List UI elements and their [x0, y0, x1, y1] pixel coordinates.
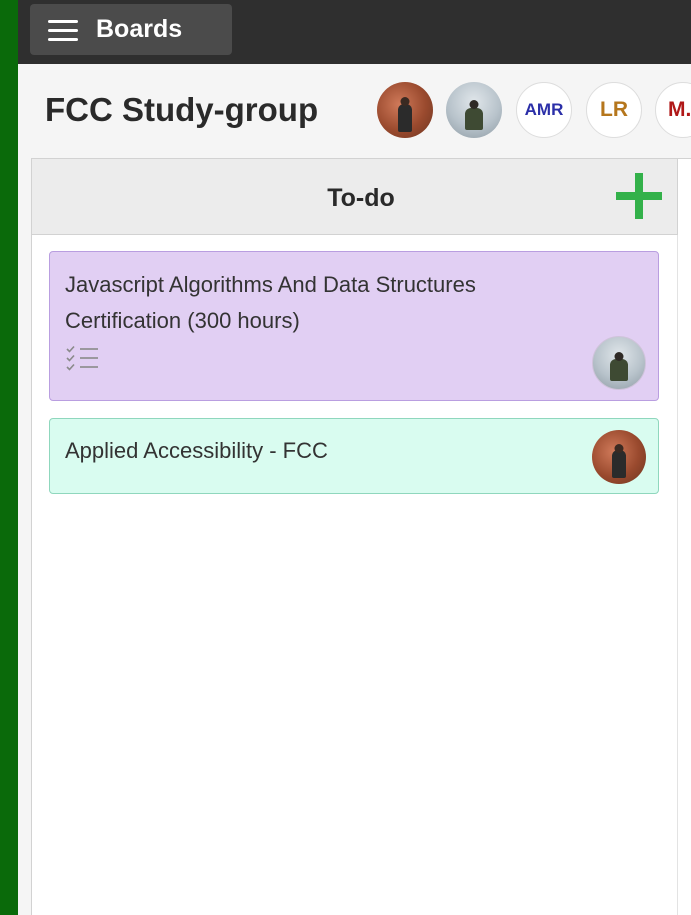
person-figure-icon: [612, 450, 626, 478]
board-title[interactable]: FCC Study-group: [45, 91, 318, 129]
card[interactable]: Javascript Algorithms And Data Structure…: [49, 251, 659, 401]
hamburger-menu-icon: [48, 19, 78, 41]
card[interactable]: Applied Accessibility - FCC: [49, 418, 659, 494]
member-avatar-initials[interactable]: LR: [586, 82, 642, 138]
board-header: FCC Study-group AMR LR M.: [18, 64, 691, 158]
add-card-button[interactable]: [616, 173, 662, 219]
person-figure-icon: [610, 359, 628, 381]
boards-label: Boards: [96, 15, 183, 43]
list-column-todo: To-do Javascript Algorithms And Data Str…: [31, 158, 691, 915]
top-bar: Boards: [18, 0, 691, 64]
member-avatar-initials[interactable]: AMR: [516, 82, 572, 138]
list-divider: [677, 235, 678, 915]
list-title[interactable]: To-do: [32, 184, 690, 213]
list-header: To-do: [32, 159, 678, 235]
member-avatar-initials[interactable]: M.: [655, 82, 691, 138]
card-member-avatar[interactable]: [592, 430, 646, 484]
card-title: Applied Accessibility - FCC: [65, 438, 328, 463]
checklist-icon: [66, 345, 98, 371]
person-figure-icon: [398, 104, 412, 132]
member-avatar[interactable]: [446, 82, 502, 138]
card-member-avatar[interactable]: [592, 336, 646, 390]
card-title: Javascript Algorithms And Data Structure…: [65, 272, 476, 333]
person-figure-icon: [465, 108, 483, 130]
member-avatar[interactable]: [377, 82, 433, 138]
app-window: Boards FCC Study-group AMR LR M. To-do J…: [18, 0, 691, 915]
boards-button[interactable]: Boards: [30, 4, 232, 55]
